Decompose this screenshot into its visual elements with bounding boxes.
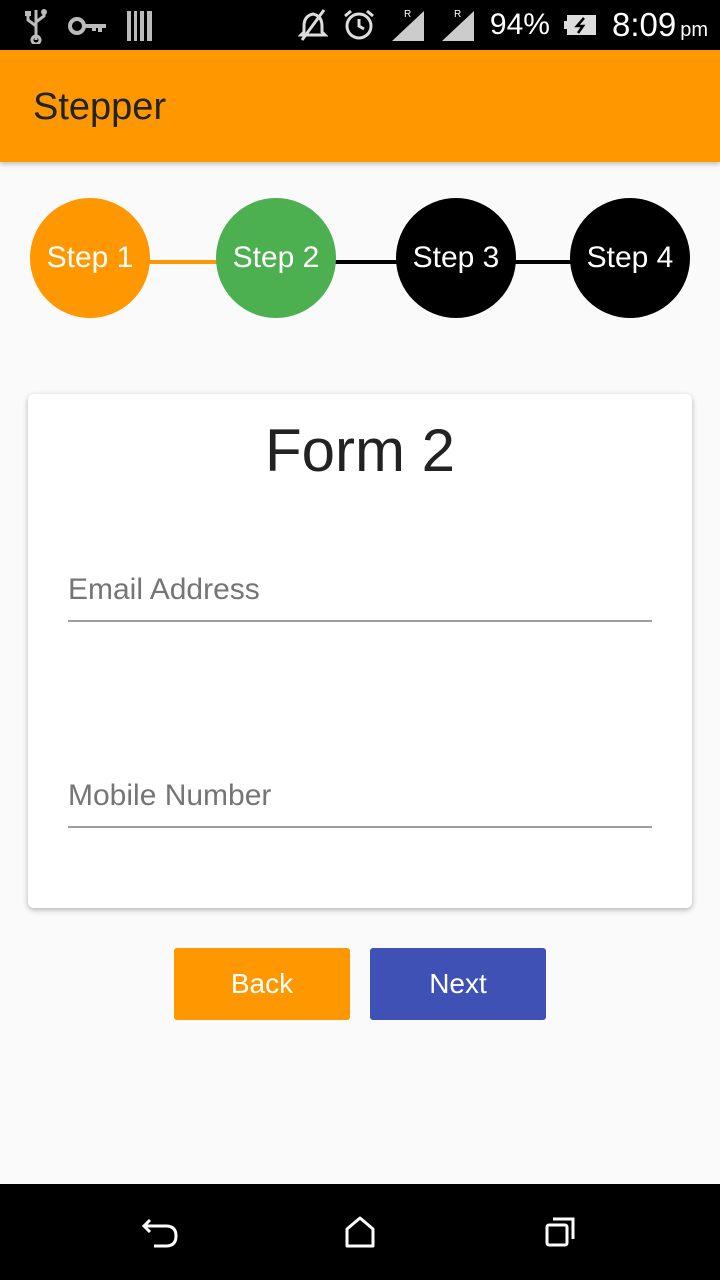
- battery-percent: 94%: [489, 8, 550, 41]
- recents-nav-icon[interactable]: [540, 1212, 580, 1252]
- step-connector-3: [514, 260, 572, 264]
- battery-icon: [563, 13, 598, 37]
- signal-icon: R: [440, 7, 476, 43]
- step-connector-1: [148, 260, 218, 264]
- mobile-input[interactable]: [68, 758, 652, 826]
- step-1-label: Step 1: [46, 241, 134, 274]
- email-field: [68, 552, 652, 622]
- step-3-label: Step 3: [412, 241, 500, 274]
- app-title: Stepper: [33, 86, 167, 128]
- back-button[interactable]: Back: [174, 948, 350, 1020]
- barcode-icon: [126, 10, 154, 42]
- svg-text:R: R: [404, 9, 411, 20]
- app-bar: Stepper: [0, 50, 720, 162]
- next-button[interactable]: Next: [370, 948, 546, 1020]
- step-connector-2: [334, 260, 398, 264]
- usb-icon: [22, 8, 50, 44]
- stepper: Step 1 Step 2 Step 3 Step 4: [0, 198, 720, 318]
- status-bar: R R 94% 8:09 pm: [0, 0, 720, 50]
- clock: 8:09 pm: [612, 6, 708, 44]
- back-nav-icon[interactable]: [140, 1212, 180, 1252]
- clock-ampm: pm: [680, 19, 708, 41]
- clock-time: 8:09: [611, 6, 677, 43]
- alarm-icon: [342, 8, 376, 42]
- form-title: Form 2: [264, 417, 456, 484]
- step-3[interactable]: Step 3: [396, 198, 516, 318]
- key-icon: [68, 14, 108, 38]
- form-card: Form 2: [28, 394, 692, 908]
- home-nav-icon[interactable]: [340, 1212, 380, 1252]
- step-2[interactable]: Step 2: [216, 198, 336, 318]
- step-4[interactable]: Step 4: [570, 198, 690, 318]
- svg-text:R: R: [454, 9, 461, 20]
- email-input[interactable]: [68, 552, 652, 620]
- mobile-field: [68, 758, 652, 828]
- navigation-bar: [0, 1184, 720, 1280]
- step-2-label: Step 2: [232, 241, 320, 274]
- step-1[interactable]: Step 1: [30, 198, 150, 318]
- step-4-label: Step 4: [586, 241, 674, 274]
- signal-icon: R: [390, 7, 426, 43]
- mute-icon: [297, 8, 328, 42]
